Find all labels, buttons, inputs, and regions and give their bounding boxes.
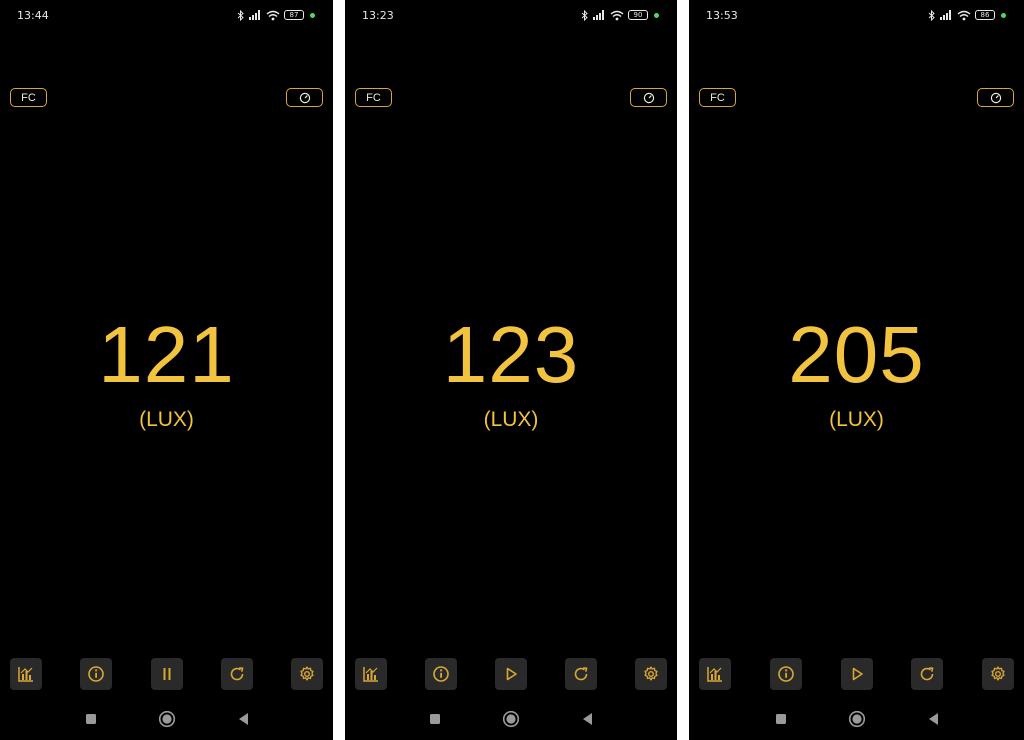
home-button[interactable]: [848, 710, 866, 728]
signal-icon: [940, 10, 951, 20]
back-triangle-icon: [583, 713, 592, 725]
status-time: 13:53: [706, 8, 738, 22]
play-icon: [852, 667, 863, 681]
chart-icon: [707, 667, 722, 682]
status-icons: 87: [237, 9, 315, 21]
status-bar: 13:53 86: [689, 0, 1024, 30]
info-button[interactable]: [80, 658, 113, 690]
bluetooth-icon: [237, 9, 244, 21]
pause-button[interactable]: [150, 658, 183, 690]
gauge-icon: [299, 92, 310, 103]
play-button[interactable]: [495, 658, 527, 690]
phone-screen-3: 13:53 86 FC 205 (LUX): [689, 0, 1024, 740]
unit-toggle-button[interactable]: FC: [355, 88, 392, 107]
status-time: 13:23: [362, 8, 394, 22]
home-button[interactable]: [158, 710, 176, 728]
play-button[interactable]: [840, 658, 873, 690]
status-time: 13:44: [17, 8, 49, 22]
chart-icon: [18, 667, 33, 682]
pause-icon: [163, 668, 170, 680]
settings-button[interactable]: [635, 658, 667, 690]
chart-button[interactable]: [355, 658, 387, 690]
gauge-button[interactable]: [630, 88, 667, 107]
gauge-button[interactable]: [286, 88, 323, 107]
bottom-toolbar: [699, 658, 1014, 690]
gauge-icon: [990, 92, 1001, 103]
home-button[interactable]: [502, 710, 520, 728]
info-icon: [88, 666, 105, 682]
back-triangle-icon: [928, 713, 938, 725]
bottom-toolbar: [10, 658, 323, 690]
lux-reading: 121: [98, 310, 235, 399]
settings-icon: [644, 666, 658, 681]
bluetooth-icon: [581, 9, 588, 21]
home-circle-icon: [158, 710, 175, 728]
recents-square-icon: [430, 714, 440, 724]
unit-label: (LUX): [483, 408, 539, 431]
battery-indicator: 87: [284, 10, 304, 20]
recents-button[interactable]: [772, 710, 790, 728]
privacy-dot-icon: [1001, 12, 1006, 18]
signal-icon: [593, 10, 604, 20]
unit-toggle-button[interactable]: FC: [10, 88, 47, 107]
privacy-dot-icon: [310, 12, 315, 18]
refresh-button[interactable]: [565, 658, 597, 690]
home-circle-icon: [848, 710, 865, 728]
refresh-button[interactable]: [220, 658, 253, 690]
lux-reading: 205: [788, 310, 925, 399]
back-button[interactable]: [234, 710, 252, 728]
unit-label: (LUX): [139, 408, 194, 431]
recents-square-icon: [85, 714, 96, 724]
phone-screen-1: 13:44 87 FC 121 (LUX): [0, 0, 333, 740]
settings-icon: [991, 666, 1005, 681]
signal-icon: [249, 10, 260, 20]
info-icon: [433, 666, 449, 682]
status-bar: 13:23 90: [345, 0, 677, 30]
recents-square-icon: [775, 714, 786, 724]
home-circle-icon: [502, 710, 520, 728]
info-button[interactable]: [769, 658, 802, 690]
chart-icon: [363, 667, 378, 682]
status-bar: 13:44 87: [0, 0, 333, 30]
refresh-button[interactable]: [911, 658, 944, 690]
lux-reading: 123: [442, 310, 580, 399]
info-button[interactable]: [425, 658, 457, 690]
unit-toggle-button[interactable]: FC: [699, 88, 736, 107]
wifi-icon: [957, 10, 971, 20]
system-nav-bar: [689, 708, 1024, 730]
recents-button[interactable]: [426, 710, 444, 728]
refresh-icon: [574, 667, 588, 681]
play-icon: [506, 667, 517, 681]
settings-button[interactable]: [291, 658, 323, 690]
wifi-icon: [610, 10, 624, 20]
gauge-button[interactable]: [977, 88, 1014, 107]
gauge-icon: [643, 92, 654, 103]
unit-label: (LUX): [829, 408, 884, 431]
refresh-icon: [920, 667, 934, 681]
chart-button[interactable]: [10, 658, 42, 690]
info-icon: [777, 666, 794, 682]
bluetooth-icon: [928, 9, 935, 21]
system-nav-bar: [345, 708, 677, 730]
wifi-icon: [266, 10, 280, 20]
chart-button[interactable]: [699, 658, 731, 690]
system-nav-bar: [0, 708, 333, 730]
battery-indicator: 86: [975, 10, 995, 20]
settings-button[interactable]: [982, 658, 1014, 690]
battery-indicator: 90: [628, 10, 648, 20]
status-icons: 90: [581, 9, 659, 21]
phone-screen-2: 13:23 90 FC 123 (LUX): [345, 0, 677, 740]
refresh-icon: [230, 667, 244, 681]
bottom-toolbar: [355, 658, 667, 690]
back-triangle-icon: [238, 713, 248, 725]
recents-button[interactable]: [82, 710, 100, 728]
back-button[interactable]: [924, 710, 942, 728]
settings-icon: [300, 666, 314, 681]
back-button[interactable]: [578, 710, 596, 728]
privacy-dot-icon: [654, 12, 659, 18]
status-icons: 86: [928, 9, 1006, 21]
